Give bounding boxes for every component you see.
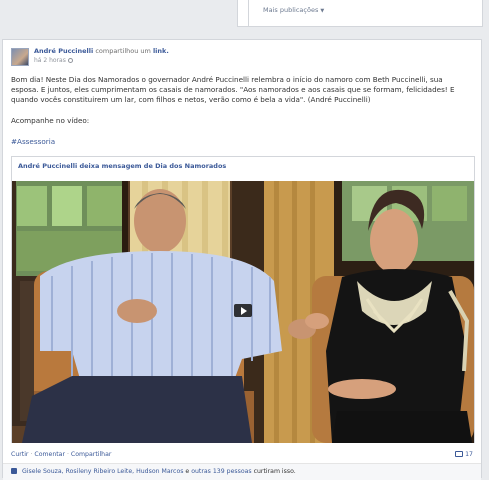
play-icon xyxy=(240,306,247,315)
author-name-link[interactable]: André Puccinelli xyxy=(34,47,93,55)
timeline-divider xyxy=(238,0,249,26)
liker-names[interactable]: Gisele Souza, Rosileny Ribeiro Leite, Hu… xyxy=(22,468,183,475)
action-separator: · xyxy=(30,451,33,458)
shared-link[interactable]: link. xyxy=(153,47,169,55)
action-separator: · xyxy=(66,451,69,458)
more-publications-label: Mais publicações xyxy=(263,6,319,14)
share-count[interactable]: 17 xyxy=(455,451,473,458)
link-title[interactable]: André Puccinelli deixa mensagem de Dia d… xyxy=(18,162,226,170)
post-actions: Curtir · Comentar · Compartilhar xyxy=(11,451,111,458)
share-button[interactable]: Compartilhar xyxy=(71,451,112,458)
post-header: André Puccinelli compartilhou um link. xyxy=(34,47,169,55)
post-meta: há 2 horas xyxy=(34,57,73,64)
shared-link-preview[interactable]: André Puccinelli deixa mensagem de Dia d… xyxy=(11,156,475,443)
thumbs-up-icon xyxy=(11,468,17,474)
share-icon xyxy=(455,451,464,457)
author-avatar[interactable] xyxy=(11,48,29,66)
more-publications-dropdown[interactable]: Mais publicações ▼ xyxy=(263,6,324,14)
post-paragraph: Bom dia! Neste Dia dos Namorados o gover… xyxy=(11,75,455,104)
like-button[interactable]: Curtir xyxy=(11,451,28,458)
share-count-value: 17 xyxy=(465,451,473,458)
previous-post-footer: Mais publicações ▼ xyxy=(237,0,483,27)
shared-text: compartilhou um xyxy=(95,47,151,55)
hashtag-link[interactable]: #Assessoria xyxy=(11,137,467,147)
post-body: Bom dia! Neste Dia dos Namorados o gover… xyxy=(11,75,467,147)
likes-suffix: curtiram isso. xyxy=(253,468,296,475)
comment-button[interactable]: Comentar xyxy=(34,451,65,458)
likes-text: Gisele Souza, Rosileny Ribeiro Leite, Hu… xyxy=(11,468,296,475)
post-paragraph: Acompanhe no vídeo: xyxy=(11,116,90,125)
video-thumbnail[interactable] xyxy=(12,181,474,443)
globe-icon xyxy=(67,58,73,63)
post-card: André Puccinelli compartilhou um link. h… xyxy=(2,39,482,480)
likes-connector: e xyxy=(185,468,190,475)
caret-down-icon: ▼ xyxy=(320,8,325,14)
post-timestamp[interactable]: há 2 horas xyxy=(34,57,66,64)
play-button[interactable] xyxy=(234,304,252,317)
other-likers-link[interactable]: outras 139 pessoas xyxy=(191,468,251,475)
likes-summary: Gisele Souza, Rosileny Ribeiro Leite, Hu… xyxy=(3,463,481,480)
